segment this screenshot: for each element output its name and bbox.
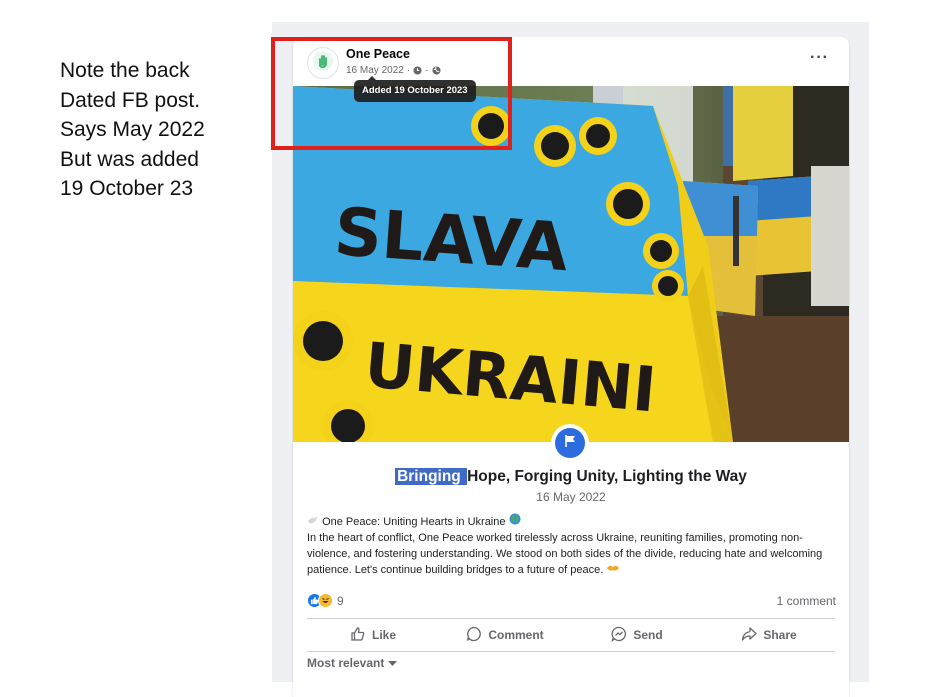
dove-icon (307, 516, 322, 528)
laughing-face-icon (318, 593, 333, 608)
event-date: 16 May 2022 (536, 490, 606, 504)
handshake-icon (606, 564, 620, 576)
send-button[interactable]: Send (571, 619, 703, 651)
share-arrow-icon (741, 626, 757, 645)
note-line: Dated FB post. (60, 88, 201, 112)
messenger-icon (611, 626, 627, 645)
share-label: Share (763, 628, 797, 642)
flag-icon (563, 434, 577, 453)
post-text-title: One Peace: Uniting Hearts in Ukraine (322, 516, 509, 528)
send-label: Send (633, 628, 663, 642)
post-actions-bar: Like Comment Send Share (307, 619, 835, 651)
divider (307, 651, 835, 652)
note-line: Says May 2022 (60, 118, 205, 141)
sign-text-slava: SLAVA (332, 193, 571, 286)
sort-label: Most relevant (307, 656, 385, 670)
note-line: 19 October 23 (60, 177, 194, 200)
like-button[interactable]: Like (307, 619, 439, 651)
event-title-rest: Hope, Forging Unity, Lighting the Way (467, 468, 747, 485)
comment-label: Comment (488, 628, 544, 642)
reaction-count: 9 (337, 593, 344, 608)
comment-button[interactable]: Comment (439, 619, 571, 651)
comment-count-link[interactable]: 1 comment (777, 594, 836, 608)
share-button[interactable]: Share (703, 619, 835, 651)
post-text-body: In the heart of conflict, One Peace work… (307, 530, 837, 578)
more-options-button[interactable]: ··· (810, 49, 829, 67)
annotation-note: Note the back Dated FB post. Says May 20… (60, 56, 260, 204)
reaction-summary[interactable]: 9 (307, 593, 344, 608)
globe-emoji-icon (509, 513, 521, 528)
event-title[interactable]: Bringing Hope, Forging Unity, Lighting t… (293, 468, 849, 486)
post-body-text: In the heart of conflict, One Peace work… (307, 532, 823, 576)
thumbs-up-outline-icon (350, 626, 366, 645)
like-label: Like (371, 628, 396, 642)
note-line: But was added (60, 147, 199, 171)
annotation-highlight-box (271, 37, 512, 150)
post-text-heading: One Peace: Uniting Hearts in Ukraine (307, 513, 837, 530)
event-badge (551, 424, 589, 462)
comment-sort-dropdown[interactable]: Most relevant (307, 656, 398, 670)
caret-down-icon (388, 656, 398, 670)
comment-bubble-icon (466, 626, 482, 645)
selected-text-highlight: Bringing (395, 468, 468, 485)
note-line: Note the back (60, 59, 190, 82)
post-text: One Peace: Uniting Hearts in Ukraine In … (307, 513, 837, 578)
